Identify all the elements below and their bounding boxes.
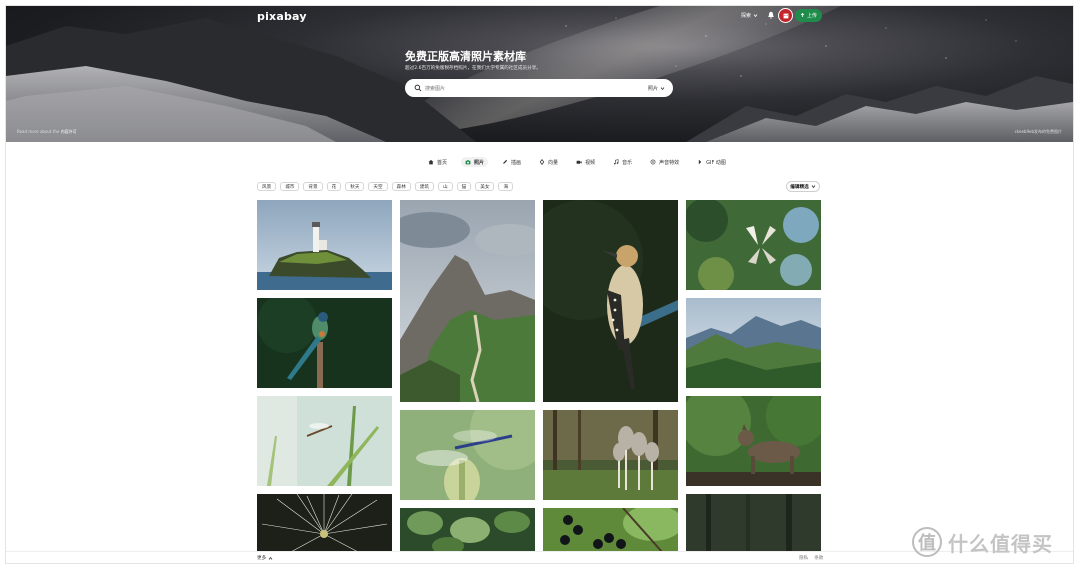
chip-scenery[interactable]: 风景 [257,182,277,191]
gif-icon [698,159,702,165]
browser-page: pixabay 探索 上传 免费正版高清照片素材库 超过2.6百万的免版税存档照… [6,6,1073,563]
editor-choice-dropdown[interactable]: 编辑精选 [786,181,820,192]
watermark-logo: 值 [912,527,942,557]
dark-forest-image[interactable] [686,494,821,554]
more-menu[interactable]: 更多 [257,555,273,561]
tab-label: 首页 [437,159,448,166]
chip-background[interactable]: 背景 [303,182,323,191]
hero-title: 免费正版高清照片素材库 [405,50,526,63]
tab-label: 照片 [474,159,485,166]
tab-home[interactable]: 首页 [424,157,451,167]
more-label: 更多 [257,556,267,561]
search-icon [414,84,422,92]
dandelion-image[interactable] [257,494,392,554]
search-type-select[interactable]: 照片 [648,85,665,92]
tab-videos[interactable]: 视频 [572,157,599,167]
chevron-down-icon [753,14,758,18]
editor-choice-label: 编辑精选 [790,184,809,190]
chip-city[interactable]: 城市 [280,182,300,191]
motmot-bird-image[interactable] [257,298,392,388]
hero-banner: pixabay 探索 上传 免费正版高清照片素材库 超过2.6百万的免版税存档照… [6,6,1073,142]
chip-sky[interactable]: 天空 [368,182,388,191]
avatar-face-icon [783,13,788,18]
dragonfly-bud-image[interactable] [400,410,535,500]
upload-icon [800,13,805,17]
search-input[interactable]: 搜索图片 [425,85,445,92]
sound-icon [650,159,656,165]
chip-sea[interactable]: 海 [498,182,514,191]
chevron-down-icon [660,87,665,91]
dragonfly-grass-image[interactable] [257,396,392,486]
chip-flower[interactable]: 花 [326,182,342,191]
video-icon [576,160,582,164]
ivy-leaves-image[interactable] [400,508,535,553]
tab-photos[interactable]: 照片 [461,157,489,167]
photo-credit[interactable]: ckeeb9eb发布的免费图片 [1015,129,1062,135]
tab-label: 插画 [511,159,522,166]
explore-menu[interactable]: 探索 [741,12,758,19]
search-type-label: 照片 [647,86,658,92]
woodpecker-image[interactable] [543,200,678,402]
chevron-up-icon [268,556,273,560]
top-navigation: pixabay 探索 上传 [257,6,822,26]
license-credit-prefix: Read more about the [17,129,61,134]
home-icon [428,159,434,165]
explore-label: 探索 [741,13,752,19]
hero-subtitle: 超过2.6百万的免版税存档照片，在我们大学专属的社区成员分享。 [405,66,541,71]
user-avatar[interactable] [779,9,792,22]
tab-label: GIF 动图 [706,159,726,166]
search-bar[interactable]: 搜索图片 照片 [405,79,673,97]
pencil-icon [503,159,508,164]
terms-link[interactable]: 条款 [814,555,823,561]
vector-icon [539,159,545,165]
upload-label: 上传 [806,13,817,19]
watermark-text: 什么值得买 [948,531,1053,556]
tab-label: 视频 [585,159,596,166]
chip-forest[interactable]: 森林 [391,182,411,191]
lighthouse-island-image[interactable] [257,200,392,290]
berries-image[interactable] [543,508,678,553]
tab-vectors[interactable]: 向量 [535,157,562,167]
chevron-down-icon [811,185,815,189]
chip-cat[interactable]: 猫 [456,182,472,191]
butterfly-bokeh-image[interactable] [686,200,821,290]
alpine-valley-image[interactable] [686,298,821,388]
wild-cat-image[interactable] [686,396,821,486]
pixabay-logo[interactable]: pixabay [257,10,307,23]
chip-autumn[interactable]: 秋天 [345,182,365,191]
site-watermark: 值 什么值得买 [912,527,1053,557]
tab-illustrations[interactable]: 插画 [498,157,525,167]
upload-button[interactable]: 上传 [795,9,822,22]
chip-mountain[interactable]: 山 [438,182,453,191]
privacy-link[interactable]: 隐私 [799,555,808,561]
chip-beauty[interactable]: 美女 [475,182,495,191]
tab-gif[interactable]: GIF 动图 [693,157,730,167]
tab-music[interactable]: 音乐 [609,157,636,167]
license-credit: Read more about the 内容许可 [17,129,77,135]
chip-architecture[interactable]: 建筑 [414,182,435,191]
camera-icon [465,160,471,165]
footer-links: 隐私 条款 [799,555,823,561]
tab-sound-effects[interactable]: 声音特效 [646,157,683,167]
tab-label: 声音特效 [659,159,680,166]
bell-icon[interactable] [767,11,775,19]
night-mountain-background [6,6,1073,142]
media-type-tabs: 首页 照片 插画 向量 视频 音乐 声音特效 GIF 动图 [424,157,730,167]
license-link[interactable]: 内容许可 [61,129,77,134]
tab-label: 音乐 [622,159,633,166]
tab-label: 向量 [548,159,559,166]
mushrooms-image[interactable] [543,410,678,500]
mountain-peak-image[interactable] [400,200,535,402]
music-icon [614,159,619,165]
category-chips: 风景 城市 背景 花 秋天 天空 森林 建筑 山 猫 美女 海 [257,182,514,191]
